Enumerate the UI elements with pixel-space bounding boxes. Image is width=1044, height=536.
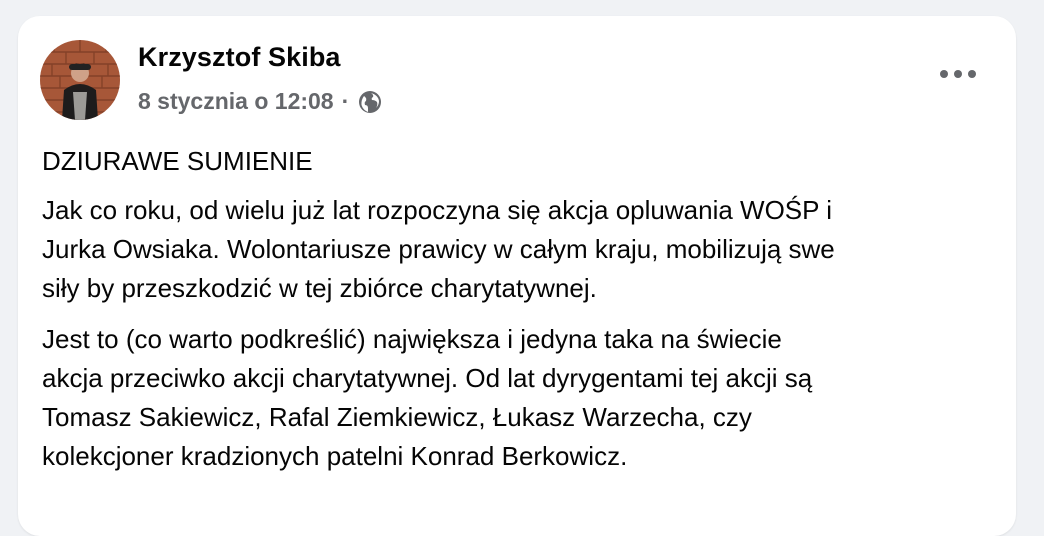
post-line: Jest to (co warto podkreślić) największa…: [42, 324, 782, 354]
post-line: Jak co roku, od wielu już lat rozpoczyna…: [42, 195, 833, 225]
more-dot-icon: [954, 70, 962, 78]
globe-icon[interactable]: [358, 90, 382, 114]
post-timestamp[interactable]: 8 stycznia o 12:08: [138, 88, 334, 115]
post-line: siły by przeszkodzić w tej zbiórce chary…: [42, 273, 597, 303]
post-card: Krzysztof Skiba 8 stycznia o 12:08 · DZI…: [18, 16, 1016, 536]
avatar[interactable]: [40, 40, 120, 120]
author-name[interactable]: Krzysztof Skiba: [138, 42, 341, 73]
more-dot-icon: [940, 70, 948, 78]
post-line: Tomasz Sakiewicz, Rafal Ziemkiewicz, Łuk…: [42, 402, 752, 432]
post-meta: 8 stycznia o 12:08 ·: [138, 88, 382, 115]
post-line: Jurka Owsiaka. Wolontariusze prawicy w c…: [42, 234, 835, 264]
post-text: DZIURAWE SUMIENIE Jak co roku, od wielu …: [42, 142, 982, 488]
more-options-button[interactable]: [940, 62, 976, 86]
post-line: akcja przeciwko akcji charytatywnej. Od …: [42, 363, 813, 393]
post-line: kolekcjoner kradzionych patelni Konrad B…: [42, 441, 628, 471]
post-paragraph-1: Jak co roku, od wielu już lat rozpoczyna…: [42, 191, 982, 308]
post-heading: DZIURAWE SUMIENIE: [42, 146, 313, 176]
meta-separator: ·: [341, 88, 350, 114]
more-dot-icon: [968, 70, 976, 78]
post-paragraph-2: Jest to (co warto podkreślić) największa…: [42, 320, 982, 476]
avatar-image: [40, 40, 120, 120]
